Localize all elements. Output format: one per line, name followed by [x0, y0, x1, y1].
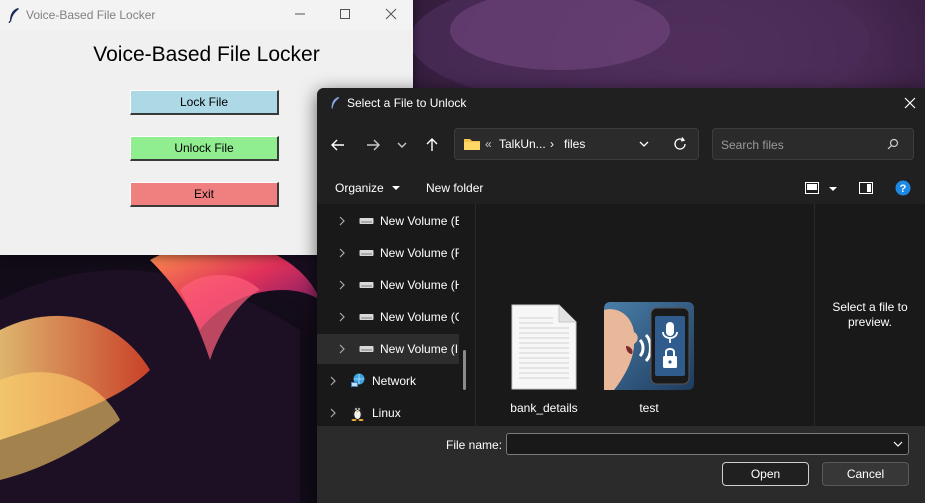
drive-icon — [359, 250, 374, 256]
up-arrow-icon[interactable] — [423, 136, 441, 154]
navigation-pane: New Volume (E New Volume (F New Volume (… — [317, 204, 475, 426]
expand-chevron-icon[interactable] — [337, 216, 347, 226]
search-icon[interactable] — [887, 138, 899, 150]
folder-icon — [464, 139, 480, 150]
document-icon — [511, 304, 577, 390]
app-titlebar: Voice-Based File Locker — [0, 0, 413, 30]
app-heading: Voice-Based File Locker — [93, 43, 320, 66]
address-bar[interactable]: « TalkUn... › files — [454, 128, 699, 160]
chevron-down-icon[interactable] — [893, 440, 903, 448]
drive-icon — [359, 314, 374, 320]
voice-lock-image-icon — [604, 302, 694, 390]
svg-text:?: ? — [900, 183, 907, 195]
file-item-test[interactable]: test — [602, 302, 696, 415]
dialog-title: Select a File to Unlock — [347, 96, 467, 110]
dialog-titlebar: Select a File to Unlock — [317, 88, 925, 118]
feather-icon — [8, 8, 19, 23]
drive-icon — [359, 282, 374, 288]
exit-button[interactable]: Exit — [130, 182, 279, 207]
search-box[interactable] — [712, 128, 914, 160]
nav-item-new-volume-i[interactable]: New Volume (I — [317, 334, 459, 364]
preview-pane: Select a file to preview. — [815, 204, 925, 426]
lock-file-button[interactable]: Lock File — [130, 90, 279, 115]
preview-message: Select a file to preview. — [832, 300, 908, 329]
cancel-button[interactable]: Cancel — [822, 462, 909, 486]
expand-chevron-icon[interactable] — [328, 376, 338, 386]
address-separator: › — [550, 137, 554, 151]
back-arrow-icon[interactable] — [329, 136, 347, 154]
expand-chevron-icon[interactable] — [337, 248, 347, 258]
refresh-icon[interactable] — [673, 137, 687, 151]
nav-item-label: New Volume (F — [380, 246, 459, 260]
address-segment-talkun[interactable]: TalkUn... — [499, 137, 546, 151]
linux-icon — [351, 406, 364, 421]
search-input[interactable] — [719, 134, 888, 156]
nav-item-label: Linux — [372, 406, 401, 420]
expand-chevron-icon[interactable] — [337, 344, 347, 354]
view-options-icon[interactable] — [805, 182, 819, 194]
file-name: test — [639, 401, 659, 415]
organize-label: Organize — [335, 181, 384, 195]
expand-chevron-icon[interactable] — [328, 408, 338, 418]
expand-chevron-icon[interactable] — [337, 312, 347, 322]
file-item-bank-details-tile[interactable]: bank_details — [502, 304, 586, 415]
open-button[interactable]: Open — [722, 462, 809, 486]
file-dialog: Select a File to Unlock « TalkUn... › fi… — [317, 88, 925, 503]
nav-item-new-volume-g[interactable]: New Volume (G — [317, 302, 459, 332]
nav-item-label: New Volume (I — [380, 342, 459, 356]
minimize-icon[interactable] — [292, 6, 308, 22]
maximize-icon[interactable] — [337, 6, 353, 22]
new-folder-button[interactable]: New folder — [426, 181, 483, 195]
address-overflow[interactable]: « — [485, 137, 492, 151]
nav-item-label: Network — [372, 374, 417, 388]
nav-item-new-volume-e[interactable]: New Volume (E — [317, 206, 459, 236]
nav-item-label: New Volume (H — [380, 278, 459, 292]
view-chevron-down-icon[interactable] — [828, 185, 838, 193]
nav-item-network[interactable]: Network — [317, 366, 459, 396]
dialog-close-icon[interactable] — [901, 94, 919, 112]
dialog-footer: File name: Open Cancel — [317, 426, 925, 503]
forward-arrow-icon[interactable] — [364, 136, 382, 154]
file-name: bank_details — [510, 401, 578, 415]
help-icon[interactable]: ? — [895, 180, 911, 196]
drive-icon — [359, 218, 374, 224]
expand-chevron-icon[interactable] — [337, 280, 347, 290]
chevron-down-icon — [392, 186, 401, 190]
file-name-label: File name: — [446, 438, 503, 452]
nav-item-new-volume-f[interactable]: New Volume (F — [317, 238, 459, 268]
nav-item-label: New Volume (E — [380, 214, 459, 228]
nav-item-new-volume-h[interactable]: New Volume (H — [317, 270, 459, 300]
nav-item-label: New Volume (G — [380, 310, 459, 324]
preview-pane-icon[interactable] — [859, 182, 873, 194]
file-name-combobox[interactable] — [506, 433, 909, 455]
network-icon — [351, 373, 365, 387]
close-icon[interactable] — [383, 6, 399, 22]
address-segment-files[interactable]: files — [564, 137, 585, 151]
organize-button[interactable]: Organize — [335, 181, 401, 195]
unlock-file-button[interactable]: Unlock File — [130, 136, 279, 161]
command-bar: Organize New folder ? — [317, 172, 925, 204]
nav-scrollbar[interactable] — [463, 350, 466, 390]
nav-item-linux[interactable]: Linux — [317, 398, 459, 426]
app-title: Voice-Based File Locker — [26, 8, 156, 22]
chevron-down-icon[interactable] — [638, 138, 650, 150]
drive-icon — [359, 346, 374, 352]
file-list: bank_details test — [476, 204, 814, 426]
recent-locations-chevron-icon[interactable] — [395, 136, 409, 154]
file-name-input[interactable] — [511, 436, 885, 454]
feather-icon — [331, 97, 340, 109]
